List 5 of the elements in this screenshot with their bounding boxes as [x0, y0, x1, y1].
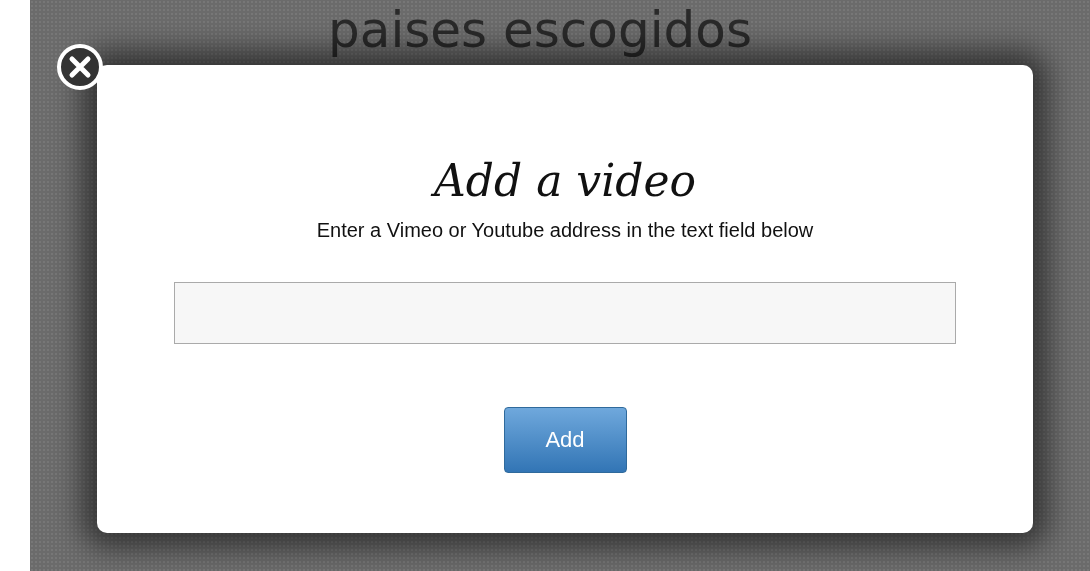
page-heading: paises escogidos: [328, 0, 752, 60]
dialog-instructions: Enter a Vimeo or Youtube address in the text field below: [316, 219, 814, 242]
add-button[interactable]: Add: [503, 407, 627, 473]
close-icon[interactable]: [56, 43, 104, 91]
url-input-field[interactable]: [174, 282, 956, 344]
